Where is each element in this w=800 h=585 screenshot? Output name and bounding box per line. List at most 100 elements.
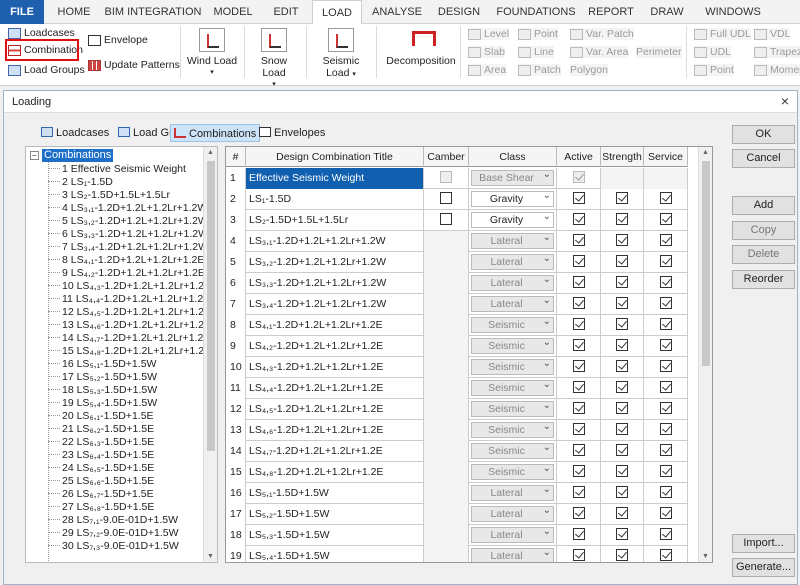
- service-checkbox[interactable]: [659, 234, 672, 246]
- load-groups-button[interactable]: Load Groups: [8, 64, 85, 76]
- active-cell[interactable]: [557, 189, 601, 210]
- service-cell[interactable]: [644, 483, 688, 504]
- service-checkbox[interactable]: [659, 486, 672, 498]
- active-checkbox[interactable]: [572, 381, 585, 393]
- tree-item[interactable]: 4 LS₃,₁-1.2D+1.2L+1.2Lr+1.2W: [48, 202, 207, 215]
- tree-item[interactable]: 18 LS₅,₃-1.5D+1.5W: [48, 384, 157, 397]
- tree-item[interactable]: 24 LS₆,₅-1.5D+1.5E: [48, 462, 154, 475]
- service-checkbox[interactable]: [659, 339, 672, 351]
- active-checkbox[interactable]: [572, 297, 585, 309]
- table-row[interactable]: 10 LS₄,₃-1.2D+1.2L+1.2Lr+1.2E Seismic: [226, 357, 688, 378]
- combination-title-cell[interactable]: LS₄,₅-1.2D+1.2L+1.2Lr+1.2E: [246, 399, 424, 420]
- active-checkbox[interactable]: [572, 360, 585, 372]
- active-checkbox[interactable]: [572, 507, 585, 519]
- camber-cell[interactable]: [424, 168, 469, 189]
- snow-load-button[interactable]: Snow Load ▾: [248, 28, 300, 91]
- strength-checkbox[interactable]: [616, 549, 628, 561]
- cancel-button[interactable]: Cancel: [732, 149, 795, 168]
- class-cell[interactable]: Lateral: [469, 504, 557, 525]
- strength-checkbox[interactable]: [616, 528, 628, 540]
- active-cell[interactable]: [557, 399, 601, 420]
- update-patterns-button[interactable]: Update Patterns: [88, 59, 180, 71]
- strength-checkbox[interactable]: [616, 507, 628, 519]
- strength-checkbox[interactable]: [616, 297, 628, 309]
- class-cell[interactable]: Gravity: [469, 189, 557, 210]
- active-checkbox[interactable]: [572, 402, 585, 414]
- service-cell[interactable]: [644, 441, 688, 462]
- col-header-strength[interactable]: Strength: [601, 147, 644, 167]
- class-cell[interactable]: Lateral: [469, 231, 557, 252]
- combinations-tree[interactable]: − Combinations 1 Effective Seismic Weight…: [25, 146, 218, 563]
- delete-button[interactable]: Delete: [732, 245, 795, 264]
- active-checkbox[interactable]: [572, 213, 585, 225]
- table-row[interactable]: 3 LS₂-1.5D+1.5L+1.5Lr Gravity: [226, 210, 688, 231]
- envelope-button[interactable]: Envelope: [88, 34, 148, 46]
- class-cell[interactable]: Seismic: [469, 399, 557, 420]
- active-cell[interactable]: [557, 210, 601, 231]
- strength-checkbox[interactable]: [616, 255, 628, 267]
- camber-cell[interactable]: [424, 315, 469, 336]
- strength-cell[interactable]: [601, 210, 644, 231]
- class-cell[interactable]: Lateral: [469, 294, 557, 315]
- tree-item[interactable]: 20 LS₆,₁-1.5D+1.5E: [48, 410, 154, 423]
- class-cell[interactable]: Seismic: [469, 441, 557, 462]
- table-row[interactable]: 14 LS₄,₇-1.2D+1.2L+1.2Lr+1.2E Seismic: [226, 441, 688, 462]
- strength-checkbox[interactable]: [616, 339, 628, 351]
- tab-load[interactable]: LOAD: [312, 0, 362, 25]
- class-cell[interactable]: Lateral: [469, 483, 557, 504]
- tab-design[interactable]: DESIGN: [432, 0, 486, 24]
- service-cell[interactable]: [644, 378, 688, 399]
- class-select[interactable]: Seismic: [471, 462, 554, 480]
- combination-title-cell[interactable]: LS₄,₄-1.2D+1.2L+1.2Lr+1.2E: [246, 378, 424, 399]
- active-checkbox[interactable]: [572, 171, 585, 183]
- class-cell[interactable]: Lateral: [469, 252, 557, 273]
- strength-checkbox[interactable]: [616, 381, 628, 393]
- strength-cell[interactable]: [601, 441, 644, 462]
- strength-cell[interactable]: [601, 294, 644, 315]
- class-select[interactable]: Seismic: [471, 399, 554, 417]
- strength-checkbox[interactable]: [616, 213, 628, 225]
- tab-file[interactable]: FILE: [0, 0, 44, 24]
- active-cell[interactable]: [557, 462, 601, 483]
- combination-title-cell[interactable]: LS₃,₂-1.2D+1.2L+1.2Lr+1.2W: [246, 252, 424, 273]
- class-cell[interactable]: Seismic: [469, 420, 557, 441]
- class-select[interactable]: Gravity: [471, 210, 554, 228]
- combination-title-cell[interactable]: LS₅,₃-1.5D+1.5W: [246, 525, 424, 546]
- table-row[interactable]: 13 LS₄,₆-1.2D+1.2L+1.2Lr+1.2E Seismic: [226, 420, 688, 441]
- combination-title-cell[interactable]: LS₃,₁-1.2D+1.2L+1.2Lr+1.2W: [246, 231, 424, 252]
- active-cell[interactable]: [557, 441, 601, 462]
- class-select[interactable]: Base Shear: [471, 168, 554, 186]
- strength-cell[interactable]: [601, 168, 644, 189]
- level-button[interactable]: Level: [468, 28, 510, 40]
- camber-cell[interactable]: [424, 441, 469, 462]
- service-checkbox[interactable]: [659, 192, 672, 204]
- class-cell[interactable]: Seismic: [469, 357, 557, 378]
- camber-cell[interactable]: [424, 399, 469, 420]
- active-cell[interactable]: [557, 252, 601, 273]
- service-cell[interactable]: [644, 546, 688, 562]
- tab-windows[interactable]: WINDOWS: [700, 0, 766, 24]
- tree-scroll-thumb[interactable]: [207, 161, 215, 451]
- table-row[interactable]: 15 LS₄,₈-1.2D+1.2L+1.2Lr+1.2E Seismic: [226, 462, 688, 483]
- service-checkbox[interactable]: [659, 381, 672, 393]
- import-button[interactable]: Import...: [732, 534, 795, 553]
- slab-button[interactable]: Slab: [468, 46, 506, 58]
- active-checkbox[interactable]: [572, 339, 585, 351]
- strength-checkbox[interactable]: [616, 192, 628, 204]
- tab-report[interactable]: REPORT: [584, 0, 638, 24]
- service-cell[interactable]: [644, 525, 688, 546]
- service-checkbox[interactable]: [659, 360, 672, 372]
- class-select[interactable]: Gravity: [471, 189, 554, 207]
- service-checkbox[interactable]: [659, 507, 672, 519]
- service-cell[interactable]: [644, 210, 688, 231]
- strength-cell[interactable]: [601, 273, 644, 294]
- class-select[interactable]: Lateral: [471, 483, 554, 501]
- active-checkbox[interactable]: [572, 423, 585, 435]
- active-cell[interactable]: [557, 546, 601, 562]
- active-cell[interactable]: [557, 483, 601, 504]
- table-row[interactable]: 19 LS₅,₄-1.5D+1.5W Lateral: [226, 546, 688, 562]
- service-cell[interactable]: [644, 462, 688, 483]
- var-area-button[interactable]: Var. Area: [570, 46, 629, 58]
- combination-title-cell[interactable]: LS₃,₄-1.2D+1.2L+1.2Lr+1.2W: [246, 294, 424, 315]
- class-select[interactable]: Lateral: [471, 546, 554, 562]
